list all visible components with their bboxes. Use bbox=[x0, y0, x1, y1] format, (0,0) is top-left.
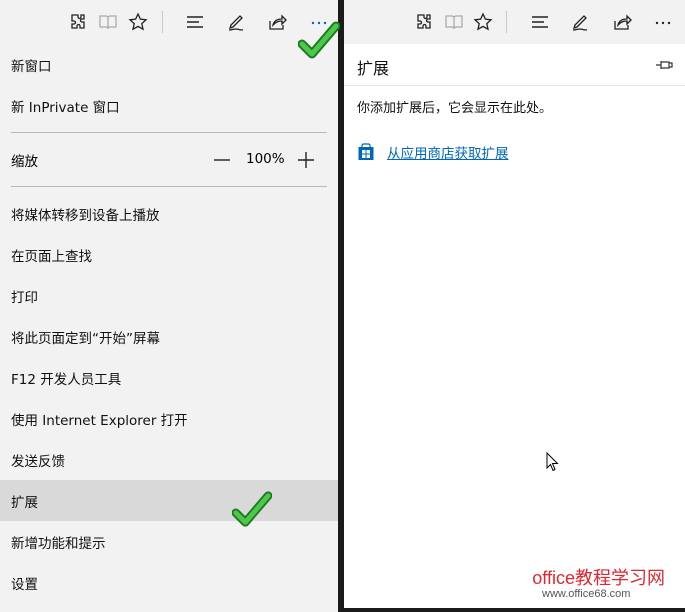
watermark-url: www.office68.com bbox=[542, 588, 631, 600]
menu-item-print[interactable]: 打印 bbox=[0, 275, 338, 316]
menu-item-open-with-ie[interactable]: 使用 Internet Explorer 打开 bbox=[0, 398, 338, 439]
browser-menu-panel: 新窗口 新 InPrivate 窗口 缩放 100% 将媒体转移到设备上播放 在… bbox=[0, 0, 338, 612]
reading-view-icon[interactable] bbox=[442, 10, 466, 34]
menu-divider bbox=[11, 132, 327, 133]
hub-icon[interactable] bbox=[183, 10, 207, 34]
menu-item-find-on-page[interactable]: 在页面上查找 bbox=[0, 234, 338, 275]
store-icon bbox=[358, 143, 374, 160]
web-note-icon[interactable] bbox=[568, 10, 592, 34]
toolbar-separator bbox=[506, 11, 507, 33]
menu-item-new-inprivate[interactable]: 新 InPrivate 窗口 bbox=[0, 85, 338, 126]
pin-icon[interactable] bbox=[655, 57, 673, 73]
zoom-out-button[interactable] bbox=[210, 149, 234, 171]
extensions-pane-header: 扩展 bbox=[344, 44, 685, 86]
zoom-label: 缩放 bbox=[11, 153, 38, 170]
menu-item-settings[interactable]: 设置 bbox=[0, 562, 338, 603]
get-extensions-link[interactable]: 从应用商店获取扩展 bbox=[357, 142, 509, 162]
favorite-star-icon[interactable] bbox=[471, 10, 495, 34]
extensions-panel: 扩展 你添加扩展后，它会显示在此处。 从应用商店获取扩展 bbox=[344, 0, 685, 608]
green-check-icon bbox=[298, 21, 340, 59]
browser-toolbar bbox=[0, 0, 338, 44]
extensions-icon[interactable] bbox=[412, 10, 436, 34]
web-note-icon[interactable] bbox=[224, 10, 248, 34]
menu-item-whats-new[interactable]: 新增功能和提示 bbox=[0, 521, 338, 562]
more-menu: 新窗口 新 InPrivate 窗口 缩放 100% 将媒体转移到设备上播放 在… bbox=[0, 44, 338, 603]
zoom-in-button[interactable] bbox=[294, 149, 318, 171]
more-icon[interactable] bbox=[651, 10, 675, 34]
toolbar-separator bbox=[162, 11, 163, 33]
favorite-star-icon[interactable] bbox=[126, 10, 150, 34]
watermark-text: office教程学习网 bbox=[532, 568, 665, 588]
menu-divider bbox=[11, 186, 327, 187]
menu-item-send-feedback[interactable]: 发送反馈 bbox=[0, 439, 338, 480]
extensions-icon[interactable] bbox=[66, 10, 90, 34]
menu-item-cast-media[interactable]: 将媒体转移到设备上播放 bbox=[0, 193, 338, 234]
empty-extensions-message: 你添加扩展后，它会显示在此处。 bbox=[357, 101, 553, 116]
get-extensions-link-text: 从应用商店获取扩展 bbox=[387, 146, 509, 162]
share-icon[interactable] bbox=[265, 10, 289, 34]
pane-title: 扩展 bbox=[357, 59, 390, 78]
menu-item-extensions[interactable]: 扩展 bbox=[0, 480, 338, 521]
browser-toolbar bbox=[344, 0, 685, 44]
share-icon[interactable] bbox=[610, 10, 634, 34]
menu-item-new-window[interactable]: 新窗口 bbox=[0, 44, 338, 85]
menu-item-zoom: 缩放 100% bbox=[0, 139, 338, 180]
zoom-value: 100% bbox=[246, 151, 285, 167]
menu-item-pin-to-start[interactable]: 将此页面定到“开始”屏幕 bbox=[0, 316, 338, 357]
menu-item-dev-tools[interactable]: F12 开发人员工具 bbox=[0, 357, 338, 398]
reading-view-icon[interactable] bbox=[96, 10, 120, 34]
green-check-icon bbox=[232, 491, 272, 527]
mouse-cursor-icon bbox=[546, 452, 559, 472]
hub-icon[interactable] bbox=[528, 10, 552, 34]
